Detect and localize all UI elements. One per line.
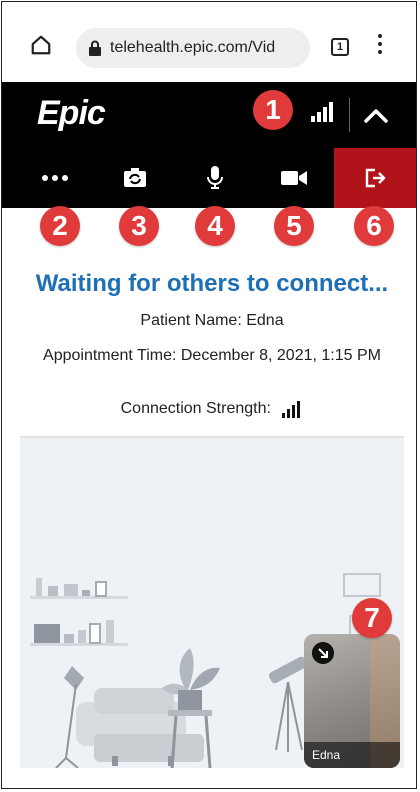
callout-badge: 3 xyxy=(119,206,159,246)
camera-switch-icon xyxy=(124,168,146,187)
home-icon[interactable] xyxy=(30,34,52,56)
more-options-button[interactable] xyxy=(20,148,90,208)
microphone-button[interactable] xyxy=(180,148,250,208)
video-camera-icon xyxy=(281,171,307,185)
leave-visit-button[interactable] xyxy=(334,148,416,208)
signal-strength-icon[interactable] xyxy=(310,100,336,122)
call-controls-bar xyxy=(2,148,416,208)
switch-camera-button[interactable] xyxy=(100,148,170,208)
self-view-video[interactable]: Edna xyxy=(304,634,400,768)
browser-toolbar: telehealth.epic.com/Vid 1 xyxy=(2,2,416,82)
video-camera-button[interactable] xyxy=(258,148,330,208)
waiting-panel: Waiting for others to connect... Patient… xyxy=(20,214,404,438)
connection-strength-label: Connection Strength: xyxy=(120,400,271,418)
device-frame: telehealth.epic.com/Vid 1 Epic Waiting f… xyxy=(1,1,417,789)
appointment-time: Appointment Time: December 8, 2021, 1:15… xyxy=(43,347,381,364)
callout-badge: 7 xyxy=(352,598,392,638)
self-view-name: Edna xyxy=(304,742,400,768)
signal-bars-icon xyxy=(282,401,301,418)
exit-icon xyxy=(365,168,386,188)
epic-logo: Epic xyxy=(37,94,106,132)
url-text: telehealth.epic.com/Vid xyxy=(110,39,276,56)
microphone-icon xyxy=(207,166,223,189)
browser-menu-icon[interactable] xyxy=(377,34,383,58)
expand-arrow-icon[interactable] xyxy=(312,642,334,664)
connection-strength: Connection Strength: xyxy=(20,400,404,418)
app-header: Epic xyxy=(2,82,416,148)
callout-badge: 2 xyxy=(40,206,80,246)
address-bar[interactable]: telehealth.epic.com/Vid xyxy=(76,28,310,68)
lock-icon xyxy=(89,40,101,56)
chevron-up-icon[interactable] xyxy=(362,104,390,126)
header-divider xyxy=(349,98,350,132)
callout-badge: 5 xyxy=(274,206,314,246)
callout-badge: 6 xyxy=(354,206,394,246)
callout-badge: 1 xyxy=(253,90,293,130)
tab-switcher-button[interactable]: 1 xyxy=(331,38,349,56)
patient-name: Patient Name: Edna xyxy=(140,312,284,329)
waiting-title: Waiting for others to connect... xyxy=(35,270,389,297)
more-horizontal-icon xyxy=(42,175,68,181)
callout-badge: 4 xyxy=(195,206,235,246)
